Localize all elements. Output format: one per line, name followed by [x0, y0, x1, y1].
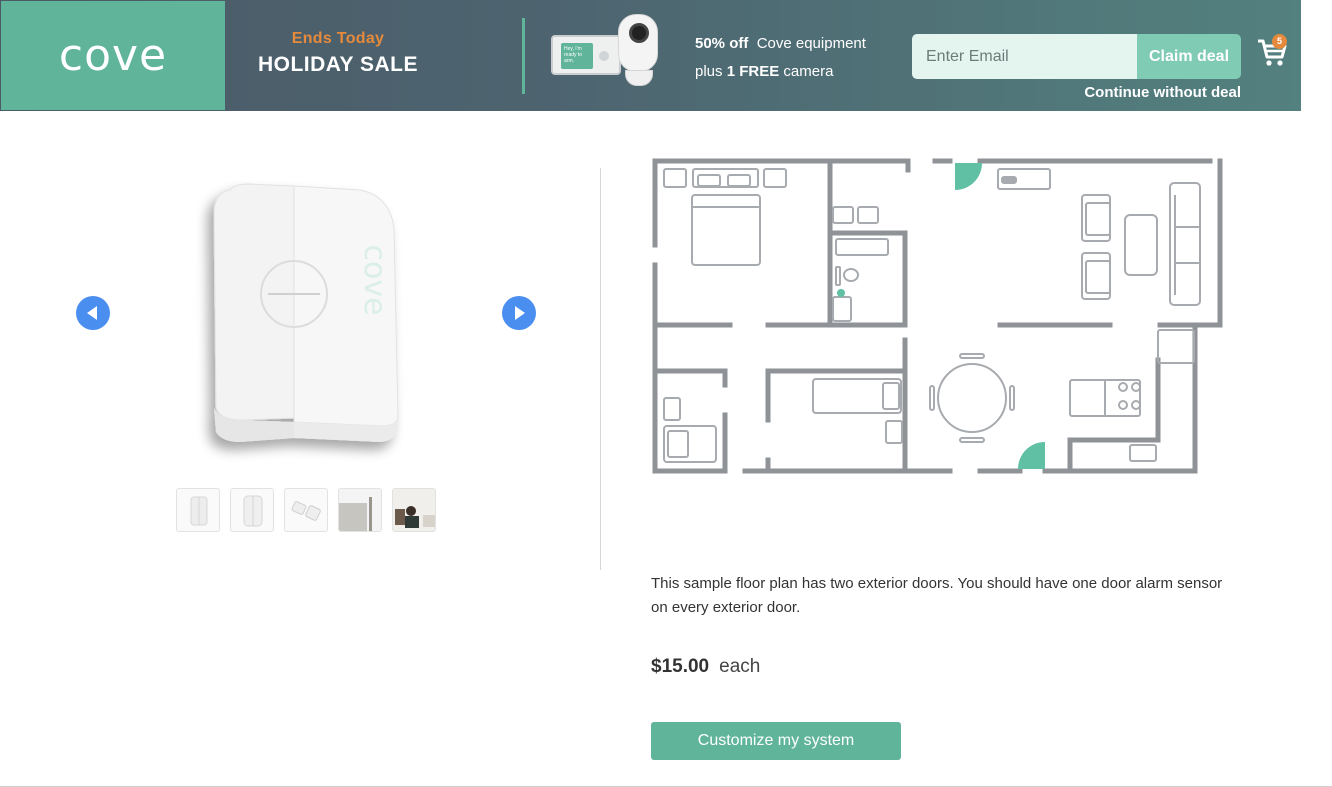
- promo-banner: cove Ends Today HOLIDAY SALE Hey, I'm re…: [0, 0, 1301, 111]
- offer-equipment: Cove equipment: [756, 35, 866, 52]
- offer-text: 50% off Cove equipment plus 1 FREE camer…: [695, 30, 915, 86]
- camera-image: [618, 14, 658, 72]
- alarm-panel-image: Hey, I'm ready to arm.: [551, 35, 621, 75]
- camera-stand: [625, 70, 653, 86]
- panel-screen-text: Hey, I'm ready to arm.: [561, 43, 593, 69]
- price-row: $15.00 each: [651, 656, 760, 678]
- column-divider: [600, 168, 601, 570]
- offer-line-1: 50% off Cove equipment: [695, 30, 915, 58]
- exterior-door-top: [955, 163, 982, 190]
- offer-plus: plus: [695, 63, 723, 80]
- logo[interactable]: cove: [1, 1, 225, 110]
- claim-deal-button[interactable]: Claim deal: [1137, 34, 1241, 79]
- banner-divider: [522, 18, 525, 94]
- sensor-front-thumb-image: [190, 496, 208, 526]
- arrow-left-icon: [87, 306, 97, 320]
- logo-text: cove: [58, 30, 168, 81]
- ends-today-label: Ends Today: [291, 30, 385, 47]
- offer-line-2: plus 1 FREE camera: [695, 58, 915, 86]
- product-gallery: cove: [0, 150, 600, 550]
- continue-without-deal-link[interactable]: Continue without deal: [1010, 84, 1241, 101]
- thumbnail-strip: [176, 488, 436, 532]
- previous-image-button[interactable]: [76, 296, 110, 330]
- customize-system-button[interactable]: Customize my system: [651, 722, 901, 760]
- panel-button: [599, 51, 609, 61]
- exterior-door-bottom: [1018, 442, 1045, 469]
- person-room-thumb-image: [393, 489, 435, 531]
- svg-text:cove: cove: [357, 244, 392, 315]
- door-install-thumb-image: [339, 489, 381, 531]
- offer-discount: 50% off: [695, 35, 749, 52]
- thumbnail-person-room[interactable]: [392, 488, 436, 532]
- door-sensor-image: cove: [213, 183, 399, 442]
- thumbnail-sensor-pair[interactable]: [284, 488, 328, 532]
- offer-free: 1 FREE: [726, 63, 780, 80]
- cart-count-badge: 5: [1272, 34, 1287, 49]
- price-unit: each: [719, 656, 761, 677]
- promo-product-image: Hey, I'm ready to arm.: [548, 12, 663, 96]
- deal-form: Claim deal: [912, 34, 1241, 79]
- camera-lens: [629, 23, 649, 43]
- thumbnail-sensor-angle[interactable]: [230, 488, 274, 532]
- thumbnail-sensor-front[interactable]: [176, 488, 220, 532]
- email-input[interactable]: [912, 34, 1137, 79]
- sensor-angle-thumb-image: [243, 495, 263, 527]
- sale-callout: Ends Today HOLIDAY SALE: [226, 30, 450, 77]
- floor-plan-diagram: [652, 158, 1223, 474]
- price: $15.00: [651, 656, 710, 677]
- offer-camera: camera: [783, 63, 834, 80]
- next-image-button[interactable]: [502, 296, 536, 330]
- product-description: This sample floor plan has two exterior …: [651, 575, 1223, 616]
- thumbnail-door-install[interactable]: [338, 488, 382, 532]
- arrow-right-icon: [515, 306, 525, 320]
- cart-button[interactable]: 5: [1256, 34, 1292, 72]
- sensor-pair-thumb-image: [291, 501, 321, 521]
- sale-title: HOLIDAY SALE: [257, 53, 419, 76]
- sensor-dot: [837, 289, 845, 297]
